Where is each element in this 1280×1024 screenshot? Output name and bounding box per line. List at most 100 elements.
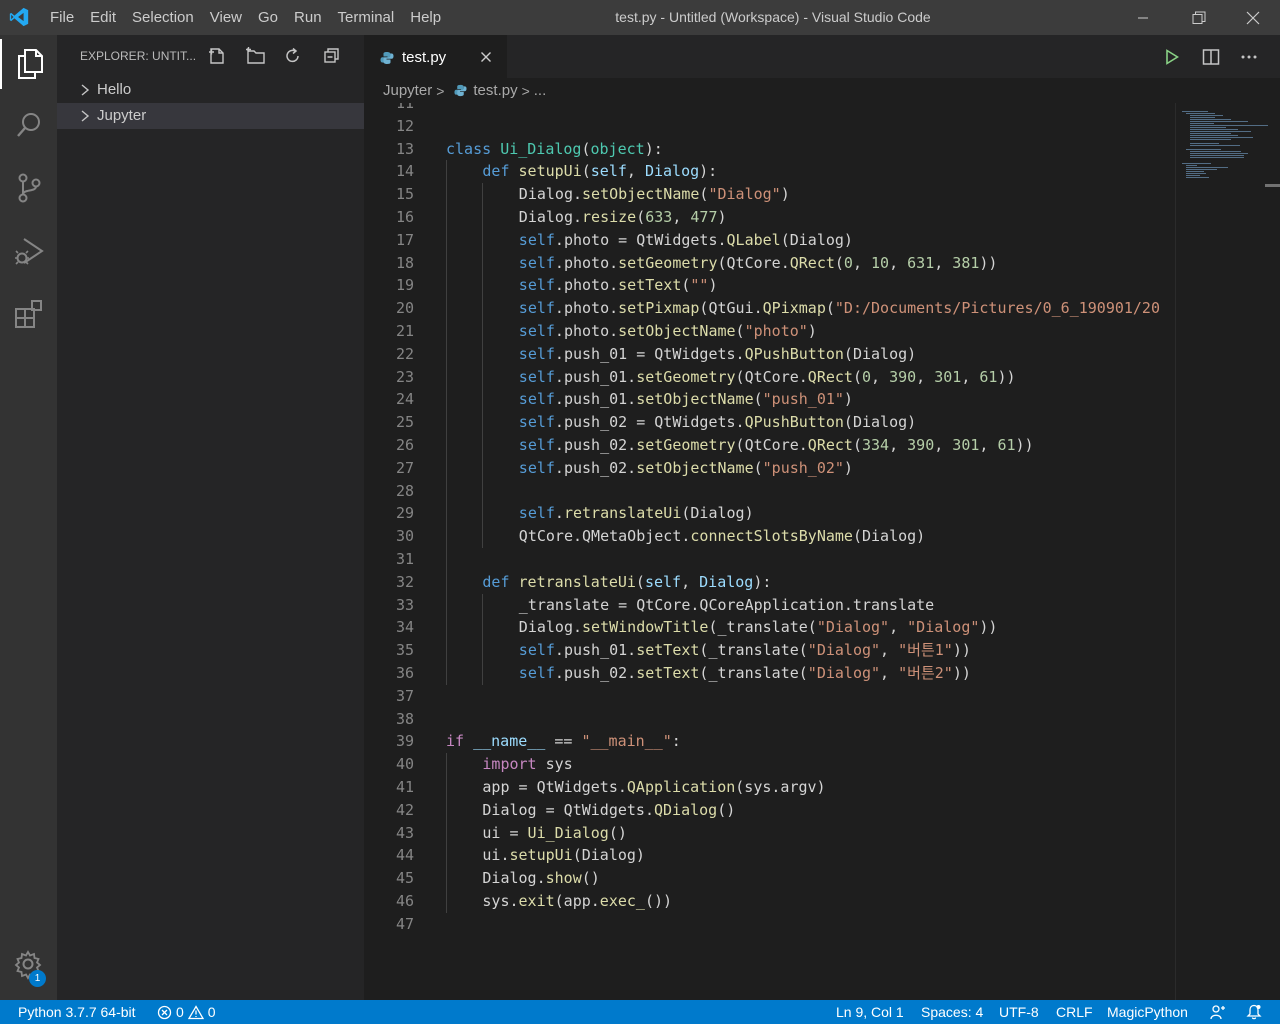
line-number: 11 — [395, 103, 414, 112]
code-line[interactable]: 12 — [364, 115, 1175, 138]
code-line[interactable]: 29 self.retranslateUi(Dialog) — [364, 502, 1175, 526]
code-line[interactable]: 18 self.photo.setGeometry(QtCore.QRect(0,… — [364, 251, 1175, 275]
warning-icon — [187, 1004, 204, 1019]
code-line[interactable]: 39 if __name__ == "__main__": — [364, 730, 1175, 753]
notifications-button[interactable] — [1246, 1000, 1262, 1024]
explorer-view-button[interactable] — [0, 39, 57, 89]
line-text: Dialog.show() — [482, 869, 600, 888]
collapse-all-icon — [324, 48, 339, 63]
code-line[interactable]: 43 ui = Ui_Dialog() — [364, 821, 1175, 845]
minimap[interactable] — [1175, 103, 1280, 1000]
code-line[interactable]: 46 sys.exit(app.exec_()) — [364, 889, 1175, 913]
code-line[interactable]: 30 QtCore.QMetaObject.connectSlotsByName(… — [364, 525, 1175, 548]
minimap-line — [1190, 145, 1240, 146]
breadcrumb-symbols[interactable]: ... — [534, 82, 547, 99]
extensions-view-button[interactable] — [0, 289, 57, 339]
code-line[interactable]: 16 Dialog.resize(633, 477) — [364, 205, 1175, 229]
code-line[interactable]: 23 self.push_01.setGeometry(QtCore.QRect(… — [364, 365, 1175, 389]
menu-run[interactable]: Run — [286, 0, 330, 35]
code-line[interactable]: 45 Dialog.show() — [364, 867, 1175, 890]
search-view-button[interactable] — [0, 100, 57, 150]
code-line[interactable]: 27 self.push_02.setObjectName("push_02") — [364, 456, 1175, 480]
code-line[interactable]: 36 self.push_02.setText(_translate("Dialo… — [364, 661, 1175, 685]
manage-button[interactable]: 1 — [0, 940, 57, 990]
tab-close-button[interactable] — [477, 48, 495, 66]
code-line[interactable]: 28 — [364, 479, 1175, 503]
cursor-position-status[interactable]: Ln 9, Col 1 — [836, 1000, 904, 1024]
source-control-icon — [18, 173, 40, 203]
code-line[interactable]: 38 — [364, 708, 1175, 731]
menu-go[interactable]: Go — [250, 0, 286, 35]
notification-badge: 1 — [29, 970, 46, 987]
line-number: 32 — [395, 572, 414, 591]
new-file-button[interactable] — [205, 45, 229, 67]
menu-edit[interactable]: Edit — [82, 0, 124, 35]
new-folder-button[interactable] — [244, 45, 268, 67]
menu-terminal[interactable]: Terminal — [330, 0, 403, 35]
code-line[interactable]: 20 self.photo.setPixmap(QtGui.QPixmap("D:… — [364, 297, 1175, 320]
feedback-button[interactable] — [1210, 1000, 1226, 1024]
code-line[interactable]: 34 Dialog.setWindowTitle(_translate("Dial… — [364, 616, 1175, 640]
menu-file[interactable]: File — [42, 0, 82, 35]
close-icon — [1246, 11, 1260, 24]
menu-view[interactable]: View — [202, 0, 250, 35]
python-interpreter-status[interactable]: Python 3.7.7 64-bit — [18, 1000, 136, 1024]
code-line[interactable]: 14 def setupUi(self, Dialog): — [364, 160, 1175, 184]
more-actions-button[interactable] — [1236, 45, 1262, 69]
menu-help[interactable]: Help — [402, 0, 449, 35]
code-line[interactable]: 35 self.push_01.setText(_translate("Dialo… — [364, 639, 1175, 662]
tree-item-hello[interactable]: Hello — [57, 77, 364, 103]
language-mode-status[interactable]: MagicPython — [1107, 1000, 1188, 1024]
code-line[interactable]: 31 — [364, 547, 1175, 571]
collapse-folders-button[interactable] — [320, 45, 344, 67]
run-python-file-button[interactable] — [1159, 45, 1185, 69]
code-line[interactable]: 41 app = QtWidgets.QApplication(sys.argv) — [364, 775, 1175, 799]
problems-status[interactable]: 0 0 — [157, 1000, 216, 1024]
indentation-status[interactable]: Spaces: 4 — [921, 1000, 983, 1024]
bell-icon — [1246, 1004, 1262, 1020]
code-line[interactable]: 25 self.push_02 = QtWidgets.QPushButton(D… — [364, 411, 1175, 434]
breadcrumb-file[interactable]: test.py — [448, 82, 518, 99]
code-line[interactable]: 40 import sys — [364, 753, 1175, 776]
code-line[interactable]: 21 self.photo.setObjectName("photo") — [364, 319, 1175, 343]
tree-item-jupyter[interactable]: Jupyter — [57, 103, 364, 129]
code-line[interactable]: 26 self.push_02.setGeometry(QtCore.QRect(… — [364, 433, 1175, 457]
minimap-line — [1190, 129, 1239, 130]
code-line[interactable]: 37 — [364, 685, 1175, 708]
code-line[interactable]: 33 _translate = QtCore.QCoreApplication.t… — [364, 593, 1175, 617]
line-text: class Ui_Dialog(object): — [446, 139, 663, 158]
run-debug-view-button[interactable] — [0, 226, 57, 276]
code-line[interactable]: 47 — [364, 913, 1175, 936]
code-line[interactable]: 13 class Ui_Dialog(object): — [364, 138, 1175, 161]
indent-guide — [446, 616, 447, 640]
close-window-button[interactable] — [1230, 0, 1276, 35]
minimize-icon — [1138, 17, 1148, 18]
code-line[interactable]: 11 — [364, 103, 1175, 115]
source-control-view-button[interactable] — [0, 163, 57, 213]
encoding-status[interactable]: UTF-8 — [999, 1000, 1039, 1024]
minimap-line — [1190, 119, 1231, 120]
code-line[interactable]: 15 Dialog.setObjectName("Dialog") — [364, 183, 1175, 206]
code-line[interactable]: 22 self.push_01 = QtWidgets.QPushButton(D… — [364, 342, 1175, 366]
eol-status[interactable]: CRLF — [1056, 1000, 1093, 1024]
code-line[interactable]: 19 self.photo.setText("") — [364, 274, 1175, 298]
line-number: 28 — [395, 481, 414, 500]
split-editor-button[interactable] — [1198, 45, 1224, 69]
breadcrumb-folder[interactable]: Jupyter — [383, 82, 432, 99]
restore-button[interactable] — [1176, 0, 1222, 35]
code-line[interactable]: 24 self.push_01.setObjectName("push_01") — [364, 388, 1175, 412]
refresh-icon — [286, 47, 299, 63]
code-editor[interactable]: 11 12 13 class Ui_Dialog(object): 14 def setu… — [364, 103, 1175, 1000]
indent-guide — [482, 502, 484, 526]
indent-guide — [482, 205, 484, 229]
code-line[interactable]: 42 Dialog = QtWidgets.QDialog() — [364, 798, 1175, 822]
refresh-explorer-button[interactable] — [281, 45, 305, 67]
scrollbar-slider[interactable] — [1265, 184, 1280, 187]
code-line[interactable]: 17 self.photo = QtWidgets.QLabel(Dialog) — [364, 228, 1175, 252]
code-line[interactable]: 44 ui.setupUi(Dialog) — [364, 844, 1175, 868]
code-line[interactable]: 32 def retranslateUi(self, Dialog): — [364, 570, 1175, 594]
run-debug-icon — [14, 238, 44, 265]
menu-selection[interactable]: Selection — [124, 0, 202, 35]
minimize-button[interactable] — [1120, 0, 1166, 35]
tab-test-py[interactable]: test.py — [364, 35, 507, 78]
